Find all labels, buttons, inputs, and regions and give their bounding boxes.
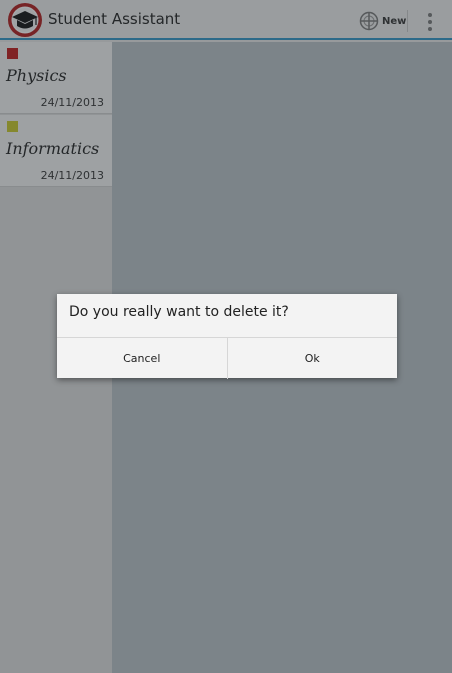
cancel-button[interactable]: Cancel [57,338,227,379]
delete-confirm-dialog: Do you really want to delete it? Cancel … [57,294,397,379]
dialog-button-row: Cancel Ok [57,337,397,379]
dialog-message: Do you really want to delete it? [69,304,289,320]
ok-button[interactable]: Ok [226,338,398,379]
